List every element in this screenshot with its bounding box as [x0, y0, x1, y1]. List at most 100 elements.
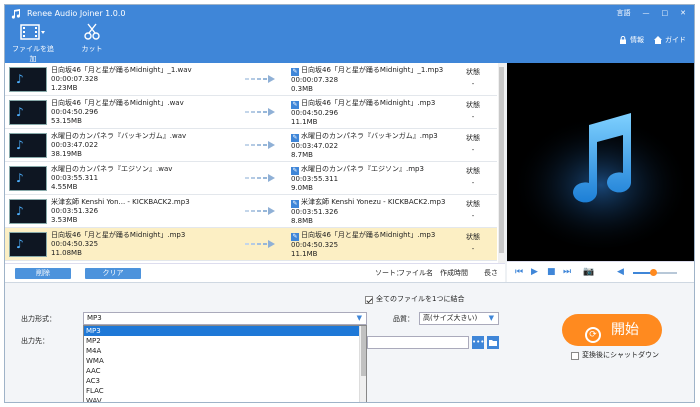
status-value: -	[471, 179, 475, 187]
sort-by-created-time[interactable]: 作成時間	[440, 269, 468, 278]
open-folder-button[interactable]	[487, 336, 499, 349]
refresh-icon: ⟳	[585, 327, 601, 343]
stop-icon[interactable]: ■	[547, 268, 556, 277]
output-file-name: 日向坂46「月と星が踊るMidnight」.mp3	[301, 231, 436, 239]
cut-label: カット	[81, 45, 103, 53]
source-duration: 00:04:50.325	[51, 240, 99, 248]
convert-arrow-icon	[245, 108, 275, 116]
format-select[interactable]: MP3 ▼	[83, 312, 367, 325]
file-thumbnail: ♪	[9, 232, 47, 257]
file-status: 状態 -	[453, 99, 493, 123]
file-row[interactable]: ♪ 日向坂46「月と星が踊るMidnight」.mp3 00:04:50.325 11…	[5, 228, 497, 261]
merge-all-checkbox[interactable]	[365, 295, 373, 304]
edit-icon[interactable]: ✎	[291, 233, 299, 241]
info-button[interactable]: 情報	[619, 35, 644, 45]
cut-button[interactable]: カット	[77, 23, 107, 54]
clear-button[interactable]: クリア	[85, 268, 141, 279]
home-icon	[654, 36, 662, 44]
quality-select[interactable]: 高(サイズ大きい) ▼	[419, 312, 499, 325]
source-size: 4.55MB	[51, 183, 78, 191]
next-icon[interactable]: ⏭	[563, 268, 571, 277]
shutdown-checkbox[interactable]	[571, 351, 579, 360]
output-duration: 00:03:55.311	[291, 175, 339, 183]
convert-arrow-icon	[245, 75, 275, 83]
file-thumbnail: ♪	[9, 166, 47, 191]
file-list: ♪ 日向坂46「月と星が踊るMidnight」_1.wav 00:00:07.328…	[5, 63, 505, 263]
file-row[interactable]: ♪ 水曜日のカンパネラ『エジソン』.wav 00:03:55.311 4.55MB ✎ 水…	[5, 162, 497, 195]
format-option[interactable]: FLAC	[84, 386, 366, 396]
quality-value: 高(サイズ大きい)	[423, 314, 478, 322]
minimize-button[interactable]: —	[643, 8, 650, 18]
edit-icon[interactable]: ✎	[291, 101, 299, 109]
format-option[interactable]: M4A	[84, 346, 366, 356]
file-status: 状態 -	[453, 198, 493, 222]
maximize-button[interactable]: □	[662, 8, 669, 18]
list-action-bar: 削除 クリア ソート： ファイル名 作成時間 長さ	[5, 263, 505, 282]
file-row[interactable]: ♪ 水曜日のカンパネラ『バッキンガム』.wav 00:03:47.022 38.19M…	[5, 129, 497, 162]
status-value: -	[471, 245, 475, 253]
status-label: 状態	[466, 167, 480, 175]
quality-label: 品質：	[393, 315, 414, 323]
format-option[interactable]: MP3	[84, 326, 366, 336]
format-option[interactable]: AAC	[84, 366, 366, 376]
source-file-info: 水曜日のカンパネラ『バッキンガム』.wav 00:03:47.022 38.19MB	[51, 132, 186, 159]
file-list-scrollbar[interactable]	[498, 63, 505, 263]
source-file-info: 水曜日のカンパネラ『エジソン』.wav 00:03:55.311 4.55MB	[51, 165, 172, 192]
format-option[interactable]: WMA	[84, 356, 366, 366]
info-label: 情報	[630, 36, 644, 44]
source-file-info: 日向坂46「月と星が踊るMidnight」.mp3 00:04:50.325 11.…	[51, 231, 185, 258]
format-dropdown[interactable]: MP3 MP2 M4A WMA AAC AC3 FLAC WAV	[83, 325, 367, 402]
snapshot-icon[interactable]: 📷	[583, 268, 594, 277]
file-thumbnail: ♪	[9, 100, 47, 125]
sort-by-filename[interactable]: ファイル名	[398, 269, 433, 278]
status-value: -	[471, 113, 475, 121]
output-label: 出力先：	[21, 337, 49, 345]
output-size: 0.3MB	[291, 85, 313, 93]
file-status: 状態 -	[453, 132, 493, 156]
output-file-info: ✎ 日向坂46「月と星が踊るMidnight」_1.mp3 00:00:07.328…	[291, 66, 443, 94]
sort-by-length[interactable]: 長さ	[484, 269, 498, 278]
volume-knob[interactable]	[650, 269, 657, 276]
play-icon[interactable]: ▶	[531, 268, 538, 277]
edit-icon[interactable]: ✎	[291, 134, 299, 142]
file-row[interactable]: ♪ 日向坂46「月と星が踊るMidnight」.wav 00:04:50.296 53…	[5, 96, 497, 129]
source-duration: 00:00:07.328	[51, 75, 99, 83]
format-option[interactable]: WAV	[84, 396, 366, 402]
format-option[interactable]: MP2	[84, 336, 366, 346]
convert-arrow-icon	[245, 207, 275, 215]
format-option[interactable]: AC3	[84, 376, 366, 386]
volume-icon[interactable]: ◀	[617, 268, 624, 277]
output-path-field[interactable]	[367, 336, 469, 349]
lock-icon	[620, 36, 626, 44]
edit-icon[interactable]: ✎	[291, 167, 299, 175]
delete-button[interactable]: 削除	[15, 268, 71, 279]
previous-icon[interactable]: ⏮	[515, 268, 523, 277]
source-size: 38.19MB	[51, 150, 82, 158]
browse-button[interactable]: •••	[472, 336, 484, 349]
convert-arrow-icon	[245, 174, 275, 182]
source-size: 3.53MB	[51, 216, 78, 224]
output-file-name: 水曜日のカンパネラ『エジソン』.mp3	[301, 165, 424, 173]
file-row[interactable]: ♪ 日向坂46「月と星が踊るMidnight」_1.wav 00:00:07.328…	[5, 63, 497, 96]
file-status: 状態 -	[453, 165, 493, 189]
edit-icon[interactable]: ✎	[291, 200, 299, 208]
language-menu[interactable]: 言語	[617, 8, 631, 18]
output-file-name: 水曜日のカンパネラ『バッキンガム』.mp3	[301, 132, 438, 140]
edit-icon[interactable]: ✎	[291, 68, 299, 76]
source-size: 53.15MB	[51, 117, 82, 125]
shutdown-option[interactable]: 変換後にシャットダウン	[571, 351, 659, 360]
file-row[interactable]: ♪ 米津玄師 Kenshi Yon... - KICKBACK2.mp3 00:03…	[5, 195, 497, 228]
output-duration: 00:00:07.328	[291, 76, 339, 84]
source-duration: 00:04:50.296	[51, 108, 99, 116]
add-file-label: ファイルを追加	[12, 45, 54, 63]
source-file-info: 日向坂46「月と星が踊るMidnight」_1.wav 00:00:07.328 1…	[51, 66, 192, 93]
guide-button[interactable]: ガイド	[654, 35, 686, 45]
output-size: 8.7MB	[291, 151, 313, 159]
merge-all-option[interactable]: 全てのファイルを1つに結合	[365, 295, 464, 304]
dropdown-scrollbar[interactable]	[359, 326, 366, 402]
close-button[interactable]: ✕	[680, 8, 686, 18]
chevron-down-icon: ▼	[356, 314, 362, 322]
add-file-button[interactable]: ファイルを追加	[11, 23, 55, 64]
source-file-info: 日向坂46「月と星が踊るMidnight」.wav 00:04:50.296 53.…	[51, 99, 184, 126]
start-button[interactable]: ⟳ 開始	[562, 314, 662, 346]
